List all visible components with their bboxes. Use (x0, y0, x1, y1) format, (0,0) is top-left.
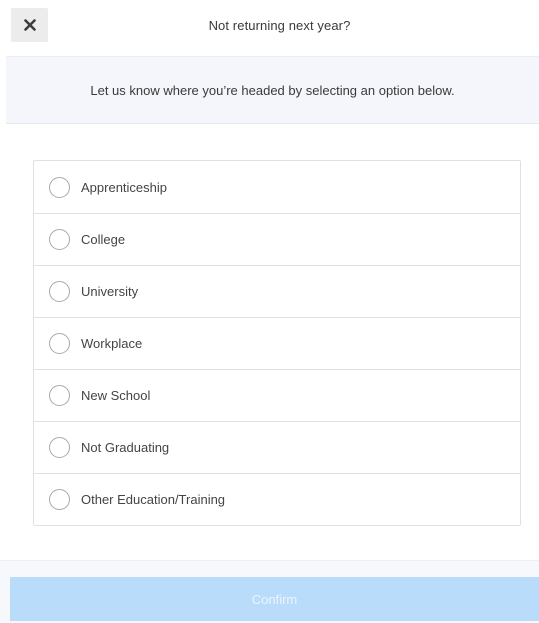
radio-button[interactable] (49, 385, 70, 406)
modal-title: Not returning next year? (208, 18, 351, 33)
option-label: University (81, 284, 139, 299)
radio-button[interactable] (49, 229, 70, 250)
option-label: Other Education/Training (81, 492, 226, 507)
option-label: Workplace (81, 336, 143, 351)
radio-button[interactable] (49, 333, 70, 354)
option-label: Apprenticeship (81, 179, 167, 195)
option-college[interactable]: College (34, 213, 520, 265)
option-workplace[interactable]: Workplace (34, 317, 520, 369)
destination-options-list: Apprenticeship College University Workpl… (33, 160, 521, 526)
radio-button[interactable] (49, 176, 70, 198)
radio-button[interactable] (49, 437, 70, 458)
option-not-graduating[interactable]: Not Graduating (34, 421, 520, 473)
option-label: College (81, 232, 126, 247)
confirm-button[interactable]: Confirm (10, 577, 539, 621)
modal-header: Not returning next year? (0, 0, 539, 56)
instruction-text: Let us know where you’re headed by selec… (90, 82, 455, 98)
option-other-education-training[interactable]: Other Education/Training (34, 473, 520, 525)
instruction-banner: Let us know where you’re headed by selec… (6, 56, 539, 124)
radio-button[interactable] (49, 489, 70, 510)
option-university[interactable]: University (34, 265, 520, 317)
option-label: New School (81, 388, 151, 403)
radio-button[interactable] (49, 281, 70, 302)
option-label: Not Graduating (81, 440, 170, 455)
option-apprenticeship[interactable]: Apprenticeship (34, 161, 520, 213)
option-new-school[interactable]: New School (34, 369, 520, 421)
